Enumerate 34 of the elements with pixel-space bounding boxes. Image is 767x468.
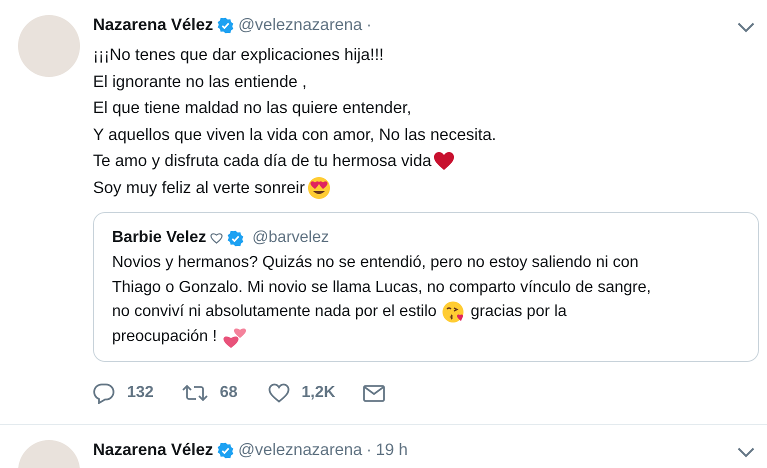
separator-dot: ·: [366, 16, 372, 34]
heart-emoji-icon: [433, 151, 456, 172]
tweet-text-line: Soy muy feliz al verte sonreir: [93, 178, 305, 198]
heart-outline-icon: [210, 232, 224, 244]
tweet-text-line: no conviví ni absolutamente nada por el estilo: [112, 302, 437, 322]
tweet-text-line: gracias por la: [470, 302, 567, 322]
reply-icon[interactable]: [93, 382, 115, 404]
tweet-text-line: Novios y hermanos? Quizás no se entendió, pero no estoy saliendo ni con: [112, 253, 639, 273]
retweet-icon[interactable]: [182, 384, 208, 402]
retweet-count: 68: [220, 384, 238, 402]
tweet-text-line: preocupación !: [112, 326, 217, 346]
tweet-text-line: Te amo y disfruta cada día de tu hermosa vida: [93, 151, 432, 172]
tweet-text-line: El que tiene maldad no las quiere entender,: [93, 98, 412, 119]
mail-icon[interactable]: [363, 384, 386, 402]
quoted-tweet-card[interactable]: [93, 212, 759, 362]
tweet-text-line: Y aquellos que viven la vida con amor, No las necesita.: [93, 124, 496, 146]
tweet-text-line: El ignorante no las entiende ,: [93, 72, 307, 92]
separator-dot: ·: [366, 440, 372, 460]
chevron-down-icon[interactable]: [737, 22, 755, 33]
author-name[interactable]: Nazarena Vélez: [93, 16, 214, 34]
author-handle[interactable]: @veleznazarena: [238, 16, 362, 34]
tweet-text-line: ¡¡¡No tenes que dar explicaciones hija!!!: [93, 45, 384, 66]
kissing-face-emoji-icon: [442, 300, 466, 324]
author-name[interactable]: Nazarena Vélez: [93, 440, 214, 460]
heart-eyes-emoji-icon: [306, 176, 331, 200]
like-count: 1,2K: [302, 384, 336, 402]
tweet-text-line: Thiago o Gonzalo. Mi novio se llama Lucas, no comparto vínculo de sangre,: [112, 278, 651, 298]
author-handle[interactable]: @veleznazarena: [238, 440, 362, 460]
like-heart-icon[interactable]: [268, 383, 290, 403]
quoted-author-name: Barbie Velez: [112, 229, 206, 247]
chevron-down-icon[interactable]: [737, 447, 755, 458]
quoted-author-handle: @barvelez: [252, 229, 329, 247]
tweet-time[interactable]: 19 h: [376, 440, 408, 460]
reply-count: 132: [127, 384, 154, 402]
